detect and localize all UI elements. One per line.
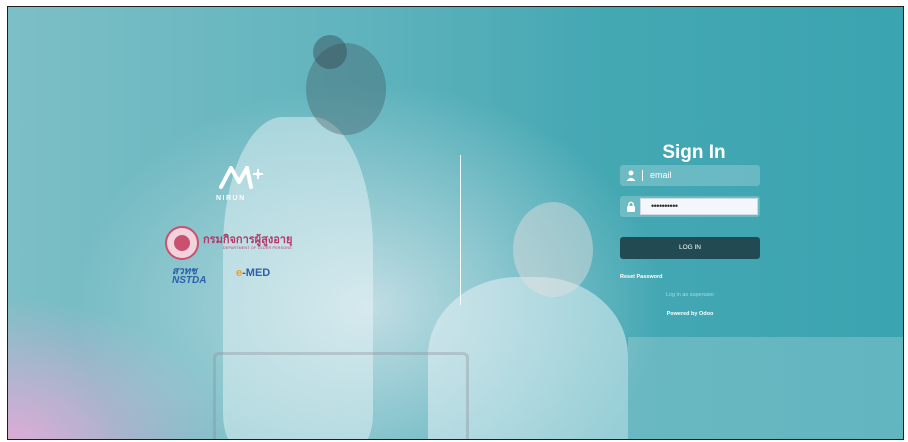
patient-head: [513, 202, 593, 297]
log-in-button[interactable]: LOG IN: [620, 237, 760, 259]
sign-in-title: Sign In: [662, 142, 726, 163]
password-field[interactable]: ••••••••••: [620, 196, 760, 217]
nirun-wordmark: NIRUN: [216, 195, 246, 202]
walker-frame: [213, 352, 469, 439]
nurse-hair: [313, 35, 347, 69]
vertical-divider: [460, 155, 461, 305]
department-seal-icon: [165, 226, 199, 260]
emed-text: -MED: [242, 267, 271, 279]
email-placeholder: email: [650, 170, 672, 180]
email-field[interactable]: email: [620, 165, 760, 186]
password-input[interactable]: ••••••••••: [640, 198, 758, 215]
department-name-english: DEPARTMENT OF OLDER PERSONS: [223, 246, 292, 250]
nstda-logo: สวทช NSTDA: [172, 267, 207, 286]
password-value: ••••••••••: [651, 201, 678, 211]
login-page: NIRUN กรมกิจการผู้สูงอายุ DEPARTMENT OF …: [7, 6, 904, 440]
lock-icon: [627, 201, 635, 212]
bed-silhouette: [628, 337, 903, 439]
superuser-login-link[interactable]: Log in as superuser: [620, 292, 760, 298]
emed-logo: e-MED: [236, 267, 270, 279]
powered-by-text: Powered by Odoo: [666, 311, 714, 317]
reset-password-link[interactable]: Reset Password: [620, 274, 663, 280]
user-icon: [626, 170, 636, 181]
field-separator: [642, 170, 643, 181]
nstda-english: NSTDA: [172, 275, 207, 286]
